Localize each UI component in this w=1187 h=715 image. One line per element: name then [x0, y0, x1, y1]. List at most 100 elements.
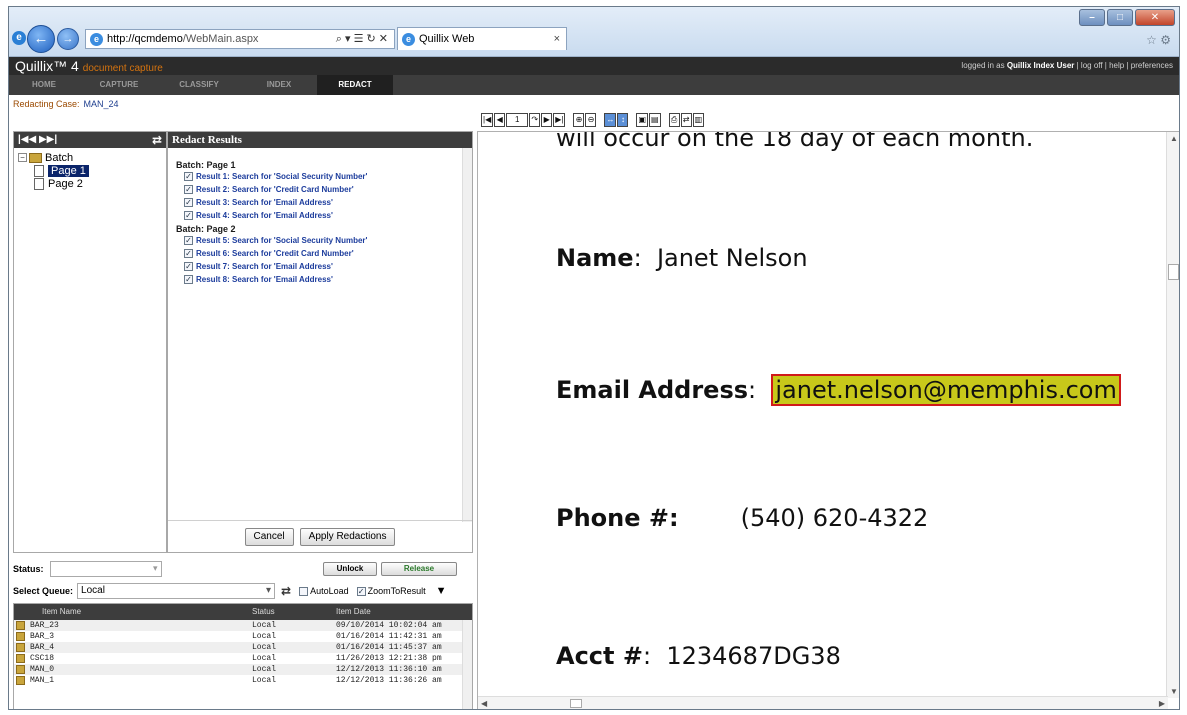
table-row[interactable]: CSC18 Local 11/26/2013 12:21:38 pm [14, 653, 472, 664]
minimize-button[interactable]: – [1079, 9, 1105, 26]
scroll-up-icon[interactable]: ▲ [1170, 134, 1178, 143]
checkbox-checked-icon[interactable]: ✓ [184, 262, 193, 271]
page-doc-icon [34, 164, 44, 177]
user-menu-links[interactable]: | log off | help | preferences [1077, 61, 1173, 70]
viewer-hscroll[interactable]: ◀ ▶ [478, 696, 1168, 709]
result-item[interactable]: ✓ Result 3: Search for 'Email Address' [176, 196, 464, 209]
redaction-highlight[interactable]: janet.nelson@memphis.com [771, 374, 1121, 406]
collapse-icon[interactable]: − [18, 153, 27, 162]
rotate-button[interactable]: ↷ [529, 113, 541, 127]
next-page-button[interactable]: ▶ [541, 113, 553, 127]
unlock-button[interactable]: Unlock [323, 562, 377, 576]
checkbox-checked-icon[interactable]: ✓ [184, 249, 193, 258]
checkbox-checked-icon[interactable]: ✓ [184, 198, 193, 207]
result-item[interactable]: ✓ Result 4: Search for 'Email Address' [176, 209, 464, 222]
favorites-settings-icons[interactable]: ☆ ⚙ [1146, 33, 1171, 47]
checkbox-checked-icon[interactable]: ✓ [184, 185, 193, 194]
tab-close-icon[interactable]: × [554, 33, 560, 45]
cell-status: Local [252, 676, 277, 685]
result-item[interactable]: ✓ Result 1: Search for 'Social Security N… [176, 170, 464, 183]
tree-nav-buttons[interactable]: |◀◀ ▶▶| [18, 134, 57, 145]
col-item-date[interactable]: Item Date [336, 607, 371, 616]
queue-menu-icon[interactable]: ▼ [436, 585, 447, 597]
refresh-icon[interactable]: ⇄ [152, 132, 162, 148]
tree-node-page-2[interactable]: Page 2 [18, 177, 162, 190]
cancel-button[interactable]: Cancel [244, 527, 294, 546]
maximize-button[interactable]: □ [1107, 9, 1133, 26]
batch-folder-icon [29, 152, 42, 163]
back-button[interactable]: ← [27, 25, 55, 53]
status-dropdown[interactable] [49, 561, 162, 577]
result-label: Result 8: Search for 'Email Address' [196, 275, 333, 284]
split-icon[interactable]: ▥ [692, 113, 705, 127]
zoom-in-icon[interactable]: ⊕ [573, 113, 585, 127]
browser-tab[interactable]: e Quillix Web × [397, 27, 567, 50]
fit-width-icon[interactable]: ↔ [604, 113, 617, 127]
zoom-out-icon[interactable]: ⊖ [585, 113, 597, 127]
tree-toolbar: |◀◀ ▶▶| ⇄ [14, 132, 166, 148]
tree-node-page-1[interactable]: Page 1 [18, 164, 162, 177]
item-icon [16, 643, 25, 652]
vscroll-thumb[interactable] [1168, 264, 1179, 280]
result-item[interactable]: ✓ Result 2: Search for 'Credit Card Numbe… [176, 183, 464, 196]
checkbox-checked-icon[interactable]: ✓ [184, 172, 193, 181]
checkbox-unchecked-icon[interactable] [299, 586, 309, 596]
page-number-input[interactable]: 1 [506, 113, 529, 127]
checkbox-checked-icon[interactable]: ✓ [184, 275, 193, 284]
prev-page-button[interactable]: ◀ [494, 113, 506, 127]
field-value: (540) 620-4322 [740, 504, 929, 532]
table-row[interactable]: BAR_3 Local 01/16/2014 11:42:31 am [14, 631, 472, 642]
print-icon[interactable]: ⎙ [668, 113, 680, 127]
grid-scrollbar[interactable] [462, 620, 472, 709]
first-page-button[interactable]: |◀ [481, 113, 494, 127]
table-row[interactable]: MAN_0 Local 12/12/2013 11:36:10 am [14, 664, 472, 675]
results-title: Redact Results [168, 132, 472, 148]
url-host: http://qcmdemo [107, 33, 183, 45]
field-sep: : [633, 244, 642, 272]
swap-icon[interactable]: ⇄ [680, 113, 692, 127]
fit-height-icon[interactable]: ↕ [617, 113, 629, 127]
table-row[interactable]: BAR_4 Local 01/16/2014 11:45:37 am [14, 642, 472, 653]
batch-tree: − Batch Page 1 Page 2 [14, 148, 166, 193]
user-links[interactable]: logged in as Quillix Index User | log of… [961, 61, 1173, 70]
apply-redactions-button[interactable]: Apply Redactions [299, 527, 396, 546]
tree-node-batch[interactable]: − Batch [18, 151, 162, 164]
scroll-left-icon[interactable]: ◀ [481, 699, 487, 708]
scroll-right-icon[interactable]: ▶ [1159, 699, 1165, 708]
release-button[interactable]: Release [381, 562, 457, 576]
address-bar[interactable]: e http://qcmdemo/WebMain.aspx ⌕ ▾ ☰ ↻ ✕ [85, 29, 395, 49]
hscroll-thumb[interactable] [570, 699, 582, 708]
col-item-name[interactable]: Item Name [42, 607, 81, 616]
view-mode-icon[interactable]: ▣ [636, 113, 649, 127]
checkbox-checked-icon[interactable]: ✓ [184, 211, 193, 220]
col-status[interactable]: Status [252, 607, 275, 616]
checkbox-checked-icon[interactable]: ✓ [184, 236, 193, 245]
tab-index[interactable]: INDEX [239, 75, 319, 95]
tab-home[interactable]: HOME [9, 75, 79, 95]
viewer-vscroll[interactable]: ▲ ▼ [1166, 132, 1179, 698]
scroll-down-icon[interactable]: ▼ [1170, 687, 1178, 696]
thumbnails-icon[interactable]: ▤ [649, 113, 661, 127]
result-item[interactable]: ✓ Result 6: Search for 'Credit Card Numbe… [176, 247, 464, 260]
checkbox-checked-icon[interactable]: ✓ [356, 586, 366, 596]
tab-classify[interactable]: CLASSIFY [159, 75, 239, 95]
result-item[interactable]: ✓ Result 5: Search for 'Social Security N… [176, 234, 464, 247]
last-page-button[interactable]: ▶| [553, 113, 566, 127]
close-window-button[interactable]: ✕ [1135, 9, 1175, 26]
tab-redact[interactable]: REDACT [317, 75, 393, 95]
forward-button[interactable]: → [57, 28, 79, 50]
tab-capture[interactable]: CAPTURE [79, 75, 159, 95]
result-item[interactable]: ✓ Result 8: Search for 'Email Address' [176, 273, 464, 286]
address-tools[interactable]: ⌕ ▾ ☰ ↻ ✕ [336, 32, 394, 46]
result-item[interactable]: ✓ Result 7: Search for 'Email Address' [176, 260, 464, 273]
doc-field-email: Email Address: janet.nelson@memphis.com [556, 374, 1121, 406]
results-scrollbar[interactable] [462, 148, 472, 522]
queue-refresh-icon[interactable]: ⇄ [281, 584, 291, 598]
autoload-option[interactable]: AutoLoad [299, 586, 349, 596]
zoom-to-result-option[interactable]: ✓ ZoomToResult [356, 586, 426, 596]
queue-items-grid: Item Name Status Item Date BAR_23 Local 09… [13, 603, 473, 709]
document-viewer[interactable]: will occur on the 18 day of each month. … [477, 131, 1179, 709]
table-row[interactable]: BAR_23 Local 09/10/2014 10:02:04 am [14, 620, 472, 631]
queue-select[interactable]: Local [77, 583, 276, 599]
table-row[interactable]: MAN_1 Local 12/12/2013 11:36:26 am [14, 675, 472, 686]
